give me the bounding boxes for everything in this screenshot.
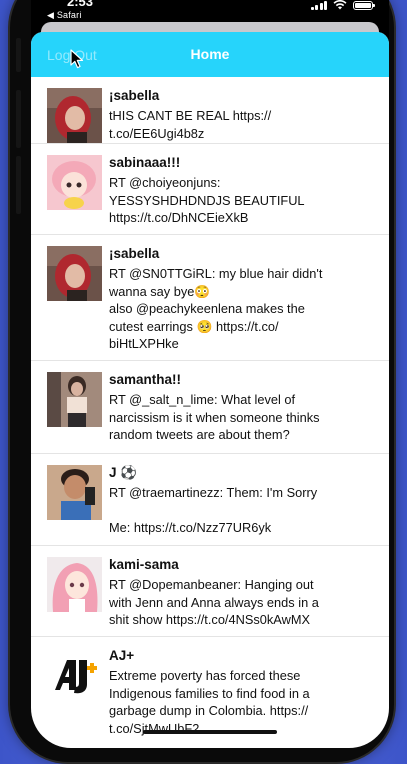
tweet-text: RT @_salt_n_lime: What level of narcissi… [109, 392, 320, 442]
volume-down-button [16, 156, 21, 214]
mute-switch [16, 38, 21, 72]
notch [119, 0, 305, 12]
tweet-row[interactable]: ¡sabella tHIS CANT BE REAL https:// t.co… [31, 77, 389, 144]
tweet-author-name: ¡sabella [109, 88, 160, 103]
tweet-text: RT @traemartinezz: Them: I'm Sorry Me: h… [109, 485, 318, 535]
tweet-text: tHIS CANT BE REAL https:// t.co/EE6Ugi4b… [109, 108, 272, 141]
tweet-author-name: sabinaaa!!! [109, 155, 181, 170]
tweet-row[interactable]: kami-sama RT @Dopemanbeaner: Hanging out… [31, 546, 389, 637]
avatar-photo-red-hair-icon[interactable] [47, 246, 102, 301]
home-indicator[interactable] [143, 730, 277, 734]
tweet-row[interactable]: sabinaaa!!! RT @choiyeonjuns: YESSYSHDHD… [31, 144, 389, 235]
tweet-row[interactable]: ¡sabella RT @SN0TTGiRL: my blue hair did… [31, 235, 389, 361]
tweet-author-name: AJ+ [109, 648, 135, 663]
navigation-bar: Log Out Home [31, 32, 389, 77]
cellular-signal-icon [310, 0, 327, 10]
tweet-feed[interactable]: ¡sabella tHIS CANT BE REAL https:// t.co… [31, 77, 389, 747]
avatar-photo-red-hair-icon[interactable] [47, 88, 102, 143]
avatar-anime-pink-hair-icon[interactable] [47, 557, 102, 612]
tweet-author-name: samantha!! [109, 372, 182, 387]
mouse-cursor-icon [70, 49, 84, 69]
app-window: Log Out Home ¡sabella tHIS CANT BE REAL … [31, 32, 389, 748]
avatar-photo-mirror-icon[interactable] [47, 372, 102, 427]
tweet-row[interactable]: samantha!! RT @_salt_n_lime: What level … [31, 361, 389, 454]
status-time: 2:53 [67, 0, 94, 9]
wifi-icon [333, 0, 347, 10]
avatar-photo-selfie-icon[interactable] [47, 465, 102, 520]
phone-screen: 2:53 ◀ Safari Log Out Home ¡sabella tHIS… [31, 0, 389, 748]
back-to-safari-link[interactable]: ◀ Safari [47, 10, 82, 21]
battery-icon [353, 0, 375, 10]
tweet-text: Extreme poverty has forced these Indigen… [109, 668, 310, 736]
avatar-anime-pink-icon[interactable] [47, 155, 102, 210]
tweet-text: RT @SN0TTGiRL: my blue hair didn't wanna… [109, 266, 323, 351]
tweet-text: RT @Dopemanbeaner: Hanging out with Jenn… [109, 577, 319, 627]
ajplus-logo-icon[interactable] [47, 648, 102, 703]
status-icons [310, 0, 375, 10]
tweet-author-name: J ⚽ [109, 465, 138, 480]
tweet-author-name: kami-sama [109, 557, 179, 572]
tweet-row[interactable]: J ⚽ RT @traemartinezz: Them: I'm Sorry M… [31, 454, 389, 546]
tweet-author-name: ¡sabella [109, 246, 160, 261]
volume-up-button [16, 90, 21, 148]
tweet-text: RT @choiyeonjuns: YESSYSHDHDNDJS BEAUTIF… [109, 175, 305, 225]
phone-frame: 2:53 ◀ Safari Log Out Home ¡sabella tHIS… [10, 0, 394, 762]
